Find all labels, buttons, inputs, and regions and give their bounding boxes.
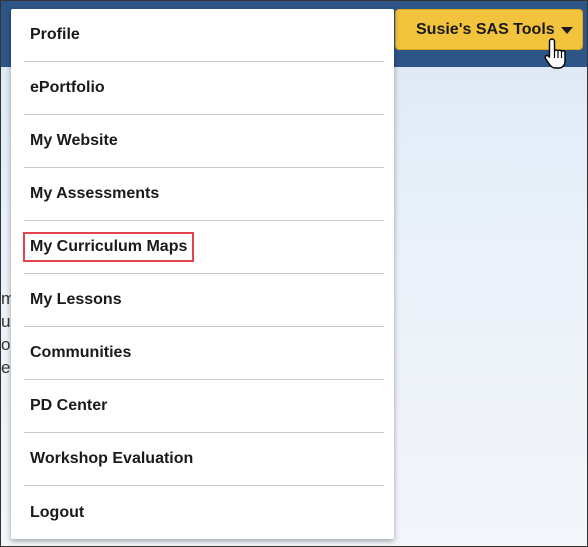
menu-item-label-highlighted: My Curriculum Maps [23,232,195,262]
menu-item-label: ePortfolio [30,79,105,96]
menu-item-my-curriculum-maps[interactable]: My Curriculum Maps [23,221,384,274]
menu-item-label: Communities [30,344,132,361]
sas-tools-dropdown-menu: Profile ePortfolio My Website My Assessm… [11,9,394,539]
menu-item-label: My Lessons [30,291,122,308]
menu-item-logout[interactable]: Logout [24,486,384,539]
menu-item-label: Workshop Evaluation [30,450,194,467]
menu-item-label: My Assessments [30,185,160,202]
menu-item-my-lessons[interactable]: My Lessons [24,274,384,327]
menu-item-eportfolio[interactable]: ePortfolio [24,62,384,115]
app-frame: m u o e Susie's SAS Tools Profile ePortf… [0,0,588,547]
menu-item-workshop-evaluation[interactable]: Workshop Evaluation [24,433,384,486]
sas-tools-label: Susie's SAS Tools [416,20,555,38]
menu-item-communities[interactable]: Communities [24,327,384,380]
hand-pointer-icon [544,38,566,69]
menu-item-label: PD Center [30,397,108,414]
menu-item-my-website[interactable]: My Website [24,115,384,168]
menu-item-label: Logout [30,503,85,521]
menu-item-label: Profile [30,26,80,43]
menu-item-profile[interactable]: Profile [24,9,384,62]
caret-down-icon [560,27,573,34]
menu-item-pd-center[interactable]: PD Center [24,380,384,433]
menu-item-label: My Website [30,132,118,149]
menu-item-my-assessments[interactable]: My Assessments [24,168,384,221]
